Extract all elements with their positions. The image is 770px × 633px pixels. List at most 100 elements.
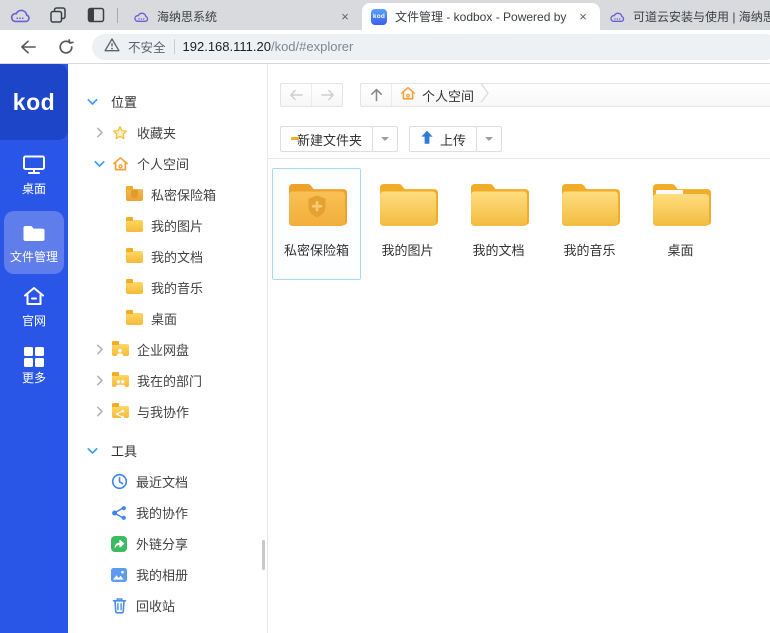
folder-tile-label: 桌面 <box>667 240 693 259</box>
tree-item-enterprise-disk[interactable]: 企业网盘 <box>68 334 267 365</box>
folder-tile-label: 私密保险箱 <box>284 240 349 259</box>
tab-layers-icon[interactable] <box>47 4 69 26</box>
folder-users-icon <box>111 375 129 387</box>
nav-back-button[interactable] <box>281 84 311 106</box>
nav-up-button[interactable] <box>361 84 391 106</box>
tree-item-favorites[interactable]: 收藏夹 <box>68 117 267 148</box>
new-folder-button[interactable]: 新建文件夹 <box>280 126 373 152</box>
tree-item-label: 最近文档 <box>136 472 188 491</box>
tree-item-my-documents[interactable]: 我的文档 <box>68 241 267 272</box>
tree-item-label: 我在的部门 <box>137 371 202 390</box>
close-icon[interactable]: × <box>336 8 354 26</box>
new-folder-label: 新建文件夹 <box>297 130 362 149</box>
tree-item-my-collaboration[interactable]: 我的协作 <box>68 497 267 528</box>
chevron-right-icon[interactable] <box>94 127 105 138</box>
tab-title: 可道云安装与使用 | 海纳思 <box>633 8 770 25</box>
folder-desktop-icon <box>651 178 711 230</box>
kod-logo-text: kod <box>13 89 55 116</box>
history-nav-group <box>280 83 343 107</box>
action-button-row: 新建文件夹 上传 <box>280 126 770 152</box>
chevron-right-icon[interactable] <box>94 375 105 386</box>
folder-icon <box>22 224 46 246</box>
share-icon <box>110 505 128 521</box>
new-folder-dropdown-button[interactable] <box>372 126 398 152</box>
tree-item-label: 我的文档 <box>151 247 203 266</box>
file-manager-main: 个人空间 新建文件夹 上传 <box>268 64 770 633</box>
vertical-tabs-icon[interactable] <box>85 4 107 26</box>
sidebar-item-label: 更多 <box>22 372 46 384</box>
tree-section-tools[interactable]: 工具 <box>68 435 267 466</box>
tree-item-external-share[interactable]: 外链分享 <box>68 528 267 559</box>
folder-tile-my-music[interactable]: 我的音乐 <box>545 168 634 280</box>
tree-item-label: 收藏夹 <box>137 123 176 142</box>
folder-tile-my-documents[interactable]: 我的文档 <box>454 168 543 280</box>
tree-item-label: 私密保险箱 <box>151 185 216 204</box>
nav-forward-button[interactable] <box>312 84 342 106</box>
url-separator <box>174 39 175 54</box>
refresh-icon[interactable] <box>52 33 80 61</box>
upload-button[interactable]: 上传 <box>409 126 477 152</box>
folder-icon <box>125 220 143 232</box>
tab-kodbox-file-manager[interactable]: kod 文件管理 - kodbox - Powered by × <box>362 3 600 30</box>
cloud-logo-icon[interactable] <box>9 4 31 26</box>
browser-tabstrip: 海纳思系统 × kod 文件管理 - kodbox - Powered by ×… <box>0 0 770 30</box>
sidebar-item-desktop[interactable]: 桌面 <box>22 154 46 195</box>
upload-dropdown-button[interactable] <box>476 126 502 152</box>
chevron-right-icon[interactable] <box>94 406 105 417</box>
tree-section-file-types[interactable]: 文件类型 <box>68 629 267 633</box>
folder-tile-my-pictures[interactable]: 我的图片 <box>363 168 452 280</box>
tree-item-private-safe[interactable]: 私密保险箱 <box>68 179 267 210</box>
breadcrumb-item-personal-space[interactable]: 个人空间 <box>392 84 480 106</box>
tree-item-my-music[interactable]: 我的音乐 <box>68 272 267 303</box>
folder-icon <box>469 178 529 230</box>
close-icon[interactable]: × <box>574 8 592 26</box>
desktop-icon <box>22 154 46 178</box>
browser-addressbar: 不安全 192.168.111.20/kod/#explorer <box>0 30 770 64</box>
tree-item-label: 我的相册 <box>136 565 188 584</box>
folder-icon <box>125 313 143 325</box>
chevron-down-icon[interactable] <box>87 447 98 455</box>
tree-item-my-department[interactable]: 我在的部门 <box>68 365 267 396</box>
tree-item-my-pictures[interactable]: 我的图片 <box>68 210 267 241</box>
chevron-down-icon[interactable] <box>87 98 98 106</box>
app-sidebar: kod 桌面 文件管理 官网 <box>0 64 68 633</box>
chevron-right-icon[interactable] <box>94 344 105 355</box>
tree-item-my-albums[interactable]: 我的相册 <box>68 559 267 590</box>
security-label: 不安全 <box>128 37 166 56</box>
tab-title: 文件管理 - kodbox - Powered by <box>395 8 568 25</box>
sidebar-item-file-manager[interactable]: 文件管理 <box>4 211 64 274</box>
tree-item-label: 个人空间 <box>137 154 189 173</box>
tab-hinas-system[interactable]: 海纳思系统 × <box>124 3 362 30</box>
tab-kodcloud-docs[interactable]: 可道云安装与使用 | 海纳思 <box>600 3 770 30</box>
link-share-icon <box>110 536 128 552</box>
tree-item-personal-space[interactable]: 个人空间 <box>68 148 267 179</box>
folder-tile-label: 我的音乐 <box>563 240 615 259</box>
chevron-down-icon[interactable] <box>94 160 105 168</box>
sidebar-item-label: 桌面 <box>22 183 46 195</box>
browser-toolbar-icons <box>0 0 107 30</box>
folder-tile-desktop[interactable]: 桌面 <box>636 168 725 280</box>
tree-item-label: 与我协作 <box>137 402 189 421</box>
tree-item-desktop[interactable]: 桌面 <box>68 303 267 334</box>
sidebar-item-more[interactable]: 更多 <box>22 347 46 384</box>
back-icon[interactable] <box>14 33 42 61</box>
chevron-down-icon <box>381 137 389 141</box>
tree-item-label: 我的协作 <box>136 503 188 522</box>
tree-section-location[interactable]: 位置 <box>68 86 267 117</box>
tree-section-label: 位置 <box>111 92 137 111</box>
sidebar-item-official-site[interactable]: 官网 <box>22 285 46 327</box>
folder-tile-private-safe[interactable]: 私密保险箱 <box>272 168 361 280</box>
tree-item-shared-with-me[interactable]: 与我协作 <box>68 396 267 427</box>
kod-logo[interactable]: kod <box>0 64 68 140</box>
folder-icon <box>125 282 143 294</box>
home-icon <box>22 285 46 310</box>
address-url-field[interactable]: 不安全 192.168.111.20/kod/#explorer <box>92 34 770 60</box>
folder-icon <box>560 178 620 230</box>
folder-safe-icon <box>287 178 347 230</box>
folder-icon <box>125 251 143 263</box>
insecure-warning-icon <box>104 37 120 57</box>
tab-title: 海纳思系统 <box>157 8 330 25</box>
tree-item-recycle-bin[interactable]: 回收站 <box>68 590 267 621</box>
tree-scrollbar-thumb[interactable] <box>262 540 265 570</box>
tree-item-recent-documents[interactable]: 最近文档 <box>68 466 267 497</box>
